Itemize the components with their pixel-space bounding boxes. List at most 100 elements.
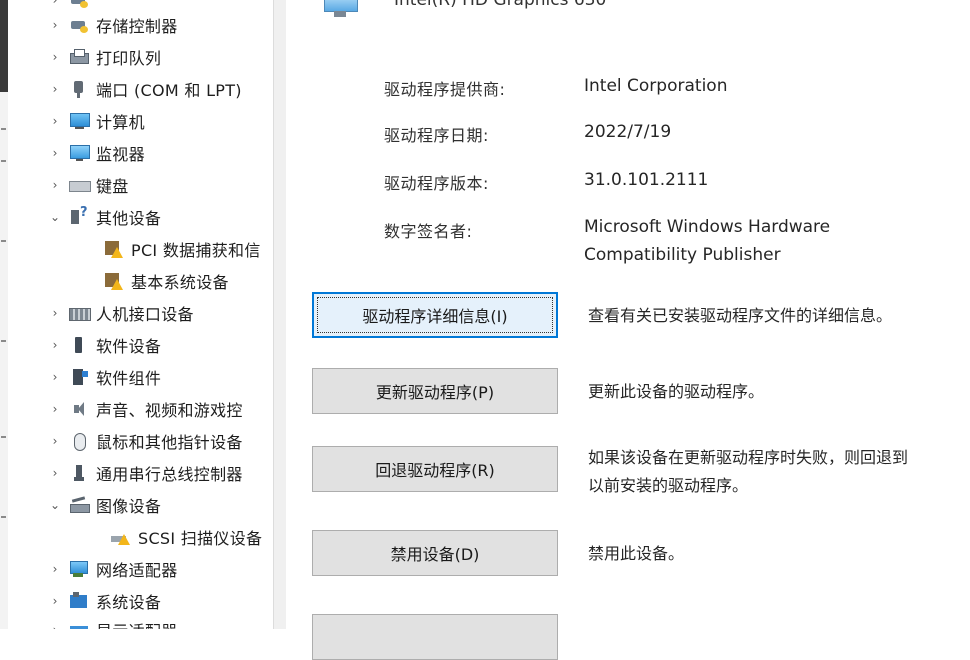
tree-item-label: 图像设备 (96, 497, 162, 516)
roll-back-driver-description-line2: 以前安装的驱动程序。 (588, 476, 749, 495)
tree-item-label: 键盘 (96, 177, 129, 196)
tree-item-scsi-scanner[interactable]: SCSI 扫描仪设备 (110, 523, 262, 551)
chevron-right-icon[interactable]: › (48, 623, 62, 629)
tree-item-imaging-devices[interactable]: ⌄ 图像设备 (48, 491, 161, 519)
system-device-icon (68, 591, 90, 611)
tree-item-label: 端口 (COM 和 LPT) (96, 81, 242, 100)
tree-item-label: 通用串行总线控制器 (96, 465, 243, 484)
digital-signer-label: 数字签名者: (384, 222, 473, 241)
tree-item-base-system-device[interactable]: 基本系统设备 (103, 267, 229, 295)
uninstall-device-button[interactable] (312, 614, 558, 660)
tree-item-other-devices[interactable]: ⌄ 其他设备 (48, 203, 161, 231)
scsi-warning-icon (110, 527, 132, 547)
tree-item-label: SCSI 扫描仪设备 (138, 529, 263, 548)
driver-date-label: 驱动程序日期: (384, 126, 489, 145)
device-tree[interactable]: › › 存储控制器 › 打印队列 › 端口 (COM 和 LPT) › 计算机 … (8, 0, 273, 629)
chevron-right-icon[interactable]: › (48, 466, 62, 480)
digital-signer-value: Microsoft Windows Hardware (584, 217, 831, 237)
usb-icon (68, 463, 90, 483)
warning-device-icon (103, 239, 125, 259)
driver-properties-panel: Intel(R) HD Graphics 630 驱动程序提供商: Intel … (286, 0, 970, 660)
chevron-right-icon[interactable]: › (48, 434, 62, 448)
mouse-icon (68, 431, 90, 451)
tree-item-label: 软件组件 (96, 369, 162, 388)
other-devices-icon (68, 205, 90, 227)
display-adapter-icon (68, 620, 90, 629)
tree-item-display-adapters[interactable]: › 显示适配器 (48, 616, 178, 629)
port-icon (68, 79, 90, 99)
tree-item-label: 存储控制器 (96, 17, 178, 36)
storage-controller-icon (68, 15, 90, 35)
disable-device-description: 禁用此设备。 (588, 544, 685, 563)
chevron-right-icon[interactable]: › (48, 402, 62, 416)
update-driver-description: 更新此设备的驱动程序。 (588, 382, 765, 401)
computer-icon (68, 111, 90, 131)
warning-device-icon (103, 271, 125, 291)
network-adapter-icon (68, 559, 90, 579)
tree-item-label: 鼠标和其他指针设备 (96, 433, 243, 452)
hid-icon (68, 303, 91, 323)
tree-item-computer[interactable]: › 计算机 (48, 107, 145, 135)
chevron-right-icon[interactable]: › (48, 114, 62, 128)
tree-item-software-devices[interactable]: › 软件设备 (48, 331, 161, 359)
digital-signer-value-line2: Compatibility Publisher (584, 245, 781, 265)
update-driver-button[interactable]: 更新驱动程序(P) (312, 368, 558, 414)
chevron-right-icon[interactable]: › (48, 18, 62, 32)
driver-provider-value: Intel Corporation (584, 76, 728, 96)
chevron-right-icon[interactable]: › (48, 338, 62, 352)
sound-icon (68, 399, 90, 419)
tree-item-label: 监视器 (96, 145, 145, 164)
tree-item-hid[interactable]: › 人机接口设备 (48, 299, 194, 327)
tree-item-label: 其他设备 (96, 209, 162, 228)
chevron-right-icon[interactable]: › (48, 562, 62, 576)
chevron-right-icon[interactable]: › (48, 594, 62, 608)
software-device-icon (68, 335, 90, 355)
pane-splitter[interactable] (273, 0, 287, 629)
printer-icon (68, 47, 90, 67)
chevron-right-icon[interactable]: › (48, 0, 62, 7)
software-component-icon (68, 367, 90, 387)
monitor-icon (68, 143, 90, 163)
roll-back-driver-button[interactable]: 回退驱动程序(R) (312, 446, 558, 492)
driver-version-label: 驱动程序版本: (384, 174, 489, 193)
tree-item-sound-video-game[interactable]: › 声音、视频和游戏控 (48, 395, 243, 423)
chevron-right-icon[interactable]: › (48, 306, 62, 320)
driver-version-value: 31.0.101.2111 (584, 170, 709, 190)
tree-item-label: 声音、视频和游戏控 (96, 401, 243, 420)
tree-item-usb-controllers[interactable]: › 通用串行总线控制器 (48, 459, 243, 487)
tree-item-network-adapters[interactable]: › 网络适配器 (48, 555, 178, 583)
tree-item-print-queues[interactable]: › 打印队列 (48, 43, 161, 71)
storage-icon (68, 0, 90, 10)
chevron-right-icon[interactable]: › (48, 146, 62, 160)
imaging-device-icon (68, 495, 90, 515)
chevron-right-icon[interactable]: › (48, 370, 62, 384)
driver-details-button[interactable]: 驱动程序详细信息(I) (312, 292, 558, 338)
tree-item-label: PCI 数据捕获和信 (131, 241, 261, 260)
tree-item-system-devices[interactable]: › 系统设备 (48, 587, 161, 615)
tree-item-label: 人机接口设备 (96, 305, 194, 324)
chevron-down-icon[interactable]: ⌄ (48, 210, 62, 224)
tree-item-label: 显示适配器 (96, 618, 178, 629)
tree-item-storage-controllers[interactable]: › 存储控制器 (48, 11, 178, 39)
display-adapter-icon (316, 0, 364, 26)
tree-item-ports[interactable]: › 端口 (COM 和 LPT) (48, 75, 242, 103)
chevron-right-icon[interactable]: › (48, 82, 62, 96)
driver-details-description: 查看有关已安装驱动程序文件的详细信息。 (588, 306, 893, 325)
tree-item-keyboards[interactable]: › 键盘 (48, 171, 129, 199)
disable-device-button[interactable]: 禁用设备(D) (312, 530, 558, 576)
tree-item-software-components[interactable]: › 软件组件 (48, 363, 161, 391)
tree-item-mice[interactable]: › 鼠标和其他指针设备 (48, 427, 243, 455)
chevron-right-icon[interactable]: › (48, 50, 62, 64)
device-name: Intel(R) HD Graphics 630 (394, 0, 607, 10)
tree-item-label: 软件设备 (96, 337, 162, 356)
keyboard-icon (68, 175, 91, 195)
chevron-right-icon[interactable]: › (48, 178, 62, 192)
tree-item-label: 系统设备 (96, 593, 162, 612)
chevron-down-icon[interactable]: ⌄ (48, 498, 62, 512)
tree-item-label: 计算机 (96, 113, 145, 132)
driver-date-value: 2022/7/19 (584, 122, 672, 142)
tree-item-label: 打印队列 (96, 49, 162, 68)
tree-item-label: 基本系统设备 (131, 273, 229, 292)
tree-item-monitors[interactable]: › 监视器 (48, 139, 145, 167)
tree-item-pci-data-capture[interactable]: PCI 数据捕获和信 (103, 235, 261, 263)
